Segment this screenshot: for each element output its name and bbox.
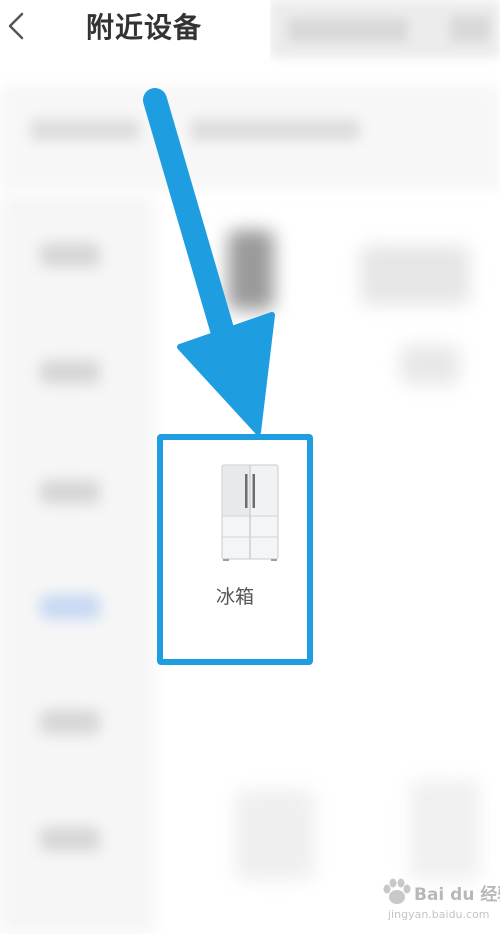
blurred-content <box>235 790 315 880</box>
paw-logo-icon <box>383 878 411 904</box>
top-bar: 附近设备 <box>0 0 270 58</box>
blurred-tab-strip <box>0 85 500 190</box>
sidebar-item[interactable] <box>40 827 100 851</box>
refrigerator-icon <box>220 464 280 562</box>
back-button[interactable] <box>2 8 32 44</box>
sidebar-item[interactable] <box>40 243 100 267</box>
watermark-url: jingyan.baidu.com <box>388 908 490 921</box>
blurred-device-card <box>360 245 470 305</box>
blurred-device-image <box>228 230 274 310</box>
watermark-brand: Bai du 经验 <box>414 885 500 905</box>
device-card-refrigerator[interactable]: 冰箱 <box>157 434 313 665</box>
category-sidebar <box>0 195 155 934</box>
blurred-header-area <box>270 0 500 58</box>
chevron-left-icon <box>8 12 24 40</box>
sidebar-item[interactable] <box>40 710 100 734</box>
blurred-content <box>410 780 480 880</box>
device-name-label: 冰箱 <box>215 586 254 608</box>
sidebar-item-active[interactable] <box>40 595 100 619</box>
page-title: 附近设备 <box>86 11 203 44</box>
sidebar-item[interactable] <box>40 480 100 504</box>
sidebar-item[interactable] <box>40 360 100 384</box>
blurred-device-card <box>400 345 460 385</box>
baidu-watermark: Bai du 经验 jingyan.baidu.com <box>378 878 500 930</box>
